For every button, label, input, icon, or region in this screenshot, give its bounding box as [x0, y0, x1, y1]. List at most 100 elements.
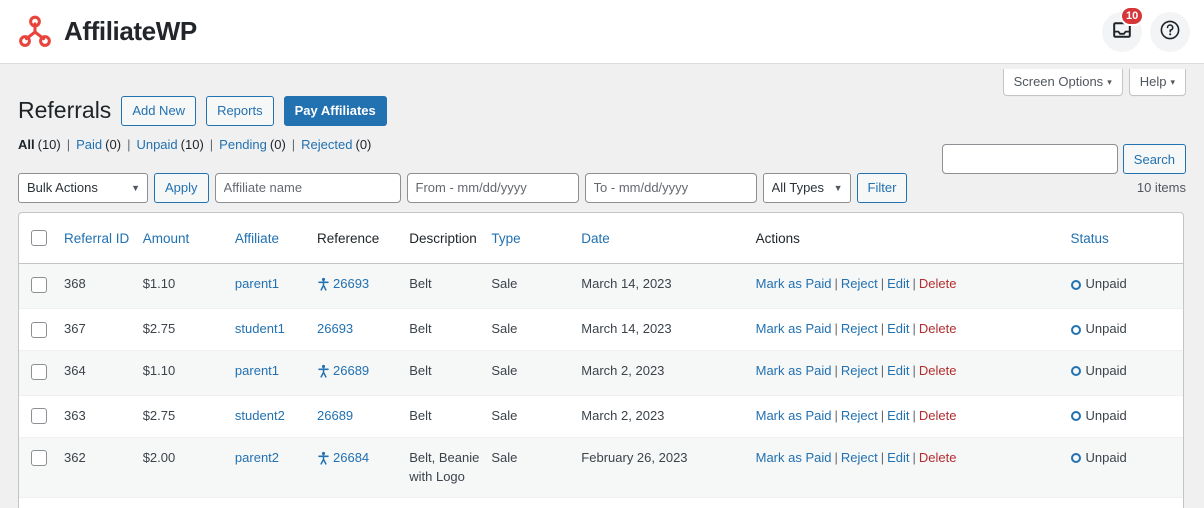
filter-paid-label[interactable]: Paid — [76, 137, 102, 152]
mark-as-paid-link[interactable]: Mark as Paid — [756, 276, 832, 291]
cell-referral-id: 368 — [63, 264, 143, 310]
search-input[interactable] — [941, 144, 1118, 174]
action-separator: | — [880, 276, 885, 292]
filter-all-label[interactable]: All — [18, 137, 35, 152]
mark-as-paid-link[interactable]: Mark as Paid — [756, 363, 832, 378]
action-separator: | — [834, 363, 838, 379]
edit-link[interactable]: Edit — [887, 363, 909, 378]
cell-affiliate: student3 — [235, 498, 317, 508]
mark-as-paid-link[interactable]: Mark as Paid — [756, 321, 832, 336]
filter-button[interactable]: Filter — [856, 173, 908, 203]
filter-unpaid[interactable]: Unpaid (10) — [136, 137, 203, 152]
row-checkbox[interactable] — [31, 408, 47, 425]
brand-name: AffiliateWP — [64, 16, 197, 46]
filter-all-count: (10) — [37, 136, 61, 152]
add-new-button[interactable]: Add New — [121, 96, 197, 126]
reject-link[interactable]: Reject — [841, 363, 878, 378]
affiliate-link[interactable]: parent2 — [235, 450, 279, 465]
mark-as-paid-link[interactable]: Mark as Paid — [756, 450, 832, 465]
row-checkbox[interactable] — [31, 321, 47, 338]
cell-affiliate: parent1 — [234, 264, 318, 310]
date-to-input[interactable] — [584, 172, 757, 203]
reject-link[interactable]: Reject — [841, 321, 878, 336]
affiliate-link[interactable]: student2 — [235, 408, 285, 423]
reference-link[interactable]: 26689 — [317, 408, 353, 423]
filter-pending[interactable]: Pending (0) — [219, 137, 286, 152]
inbox-badge: 10 — [1120, 6, 1145, 26]
column-header-date[interactable]: Date — [581, 213, 756, 265]
edit-link[interactable]: Edit — [887, 321, 909, 336]
reference-link[interactable]: 26693 — [333, 276, 369, 291]
reference-link[interactable]: 26693 — [317, 321, 353, 336]
action-separator: | — [912, 363, 916, 379]
affiliate-link[interactable]: student1 — [235, 321, 285, 336]
affiliate-link[interactable]: parent1 — [235, 363, 279, 378]
child-referral-icon — [317, 277, 330, 297]
help-button[interactable] — [1150, 12, 1190, 52]
type-filter-select[interactable]: All Types — [762, 172, 851, 203]
row-select-cell — [19, 309, 64, 352]
filter-unpaid-label[interactable]: Unpaid — [136, 137, 177, 152]
select-all-checkbox[interactable] — [31, 230, 47, 247]
filter-rejected-label[interactable]: Rejected — [301, 137, 352, 152]
cell-affiliate: student1 — [234, 309, 318, 352]
column-header-referral-id[interactable]: Referral ID — [63, 213, 143, 265]
cell-type: Sale — [491, 309, 582, 352]
bulk-actions-select[interactable]: Bulk Actions — [18, 172, 148, 203]
reject-link[interactable]: Reject — [841, 450, 878, 465]
table-row: 364 $1.10 parent1 26689 Belt Sale March 2, 202… — [19, 351, 1183, 396]
filter-separator: | — [127, 136, 131, 152]
reports-button[interactable]: Reports — [206, 96, 274, 126]
cell-reference: 26693 — [317, 309, 410, 352]
reject-link[interactable]: Reject — [841, 408, 878, 423]
affiliate-name-input[interactable] — [214, 172, 401, 203]
column-header-reference: Reference — [317, 213, 410, 265]
filter-unpaid-count: (10) — [180, 136, 204, 152]
row-checkbox[interactable] — [31, 363, 47, 380]
table-row: 361$3.65student326684Belt, Beanie with L… — [19, 498, 1183, 508]
row-select-cell — [19, 396, 64, 438]
row-checkbox[interactable] — [31, 276, 47, 293]
status-unpaid-icon — [1070, 453, 1081, 464]
filter-paid[interactable]: Paid (0) — [76, 137, 121, 152]
filter-all[interactable]: All (10) — [18, 137, 61, 152]
table-header-row: Referral ID Amount Affiliate Reference D… — [19, 213, 1183, 265]
column-header-affiliate[interactable]: Affiliate — [234, 213, 318, 265]
page-content: Referrals Add New Reports Pay Affiliates… — [0, 86, 1204, 508]
edit-link[interactable]: Edit — [887, 408, 909, 423]
pay-affiliates-button[interactable]: Pay Affiliates — [283, 96, 387, 126]
delete-link[interactable]: Delete — [919, 450, 957, 465]
table-navigation: Bulk Actions ▼ Apply All Types ▼ Filter … — [18, 172, 1186, 204]
delete-link[interactable]: Delete — [919, 321, 957, 336]
column-header-amount[interactable]: Amount — [142, 213, 235, 265]
cell-actions: Mark as Paid|Reject|Edit|Delete — [756, 498, 1071, 508]
edit-link[interactable]: Edit — [887, 450, 909, 465]
column-header-type[interactable]: Type — [491, 213, 582, 265]
filter-pending-label[interactable]: Pending — [219, 137, 267, 152]
reference-link[interactable]: 26684 — [333, 450, 369, 465]
search-button[interactable]: Search — [1122, 144, 1186, 174]
reference-link[interactable]: 26689 — [333, 363, 369, 378]
edit-link[interactable]: Edit — [887, 276, 909, 291]
date-from-input[interactable] — [406, 172, 579, 203]
reject-link[interactable]: Reject — [841, 276, 878, 291]
cell-date: February 26, 2023 — [581, 437, 756, 499]
affiliate-link[interactable]: parent1 — [235, 276, 279, 291]
delete-link[interactable]: Delete — [919, 363, 957, 378]
row-checkbox[interactable] — [31, 450, 47, 467]
inbox-button[interactable]: 10 — [1102, 6, 1145, 52]
apply-button[interactable]: Apply — [154, 173, 209, 203]
filter-rejected[interactable]: Rejected (0) — [301, 137, 371, 152]
mark-as-paid-link[interactable]: Mark as Paid — [756, 408, 832, 423]
table-head: Referral ID Amount Affiliate Reference D… — [19, 213, 1183, 265]
column-header-status[interactable]: Status — [1070, 213, 1183, 265]
status-unpaid-icon — [1070, 279, 1081, 290]
delete-link[interactable]: Delete — [919, 408, 957, 423]
cell-amount: $3.65 — [143, 498, 235, 508]
delete-link[interactable]: Delete — [919, 276, 957, 291]
cell-reference: 26693 — [317, 264, 410, 310]
cell-actions: Mark as Paid|Reject|Edit|Delete — [755, 309, 1071, 352]
referrals-table: Referral ID Amount Affiliate Reference D… — [18, 211, 1184, 508]
cell-reference: 26689 — [317, 351, 410, 396]
action-separator: | — [834, 407, 838, 423]
